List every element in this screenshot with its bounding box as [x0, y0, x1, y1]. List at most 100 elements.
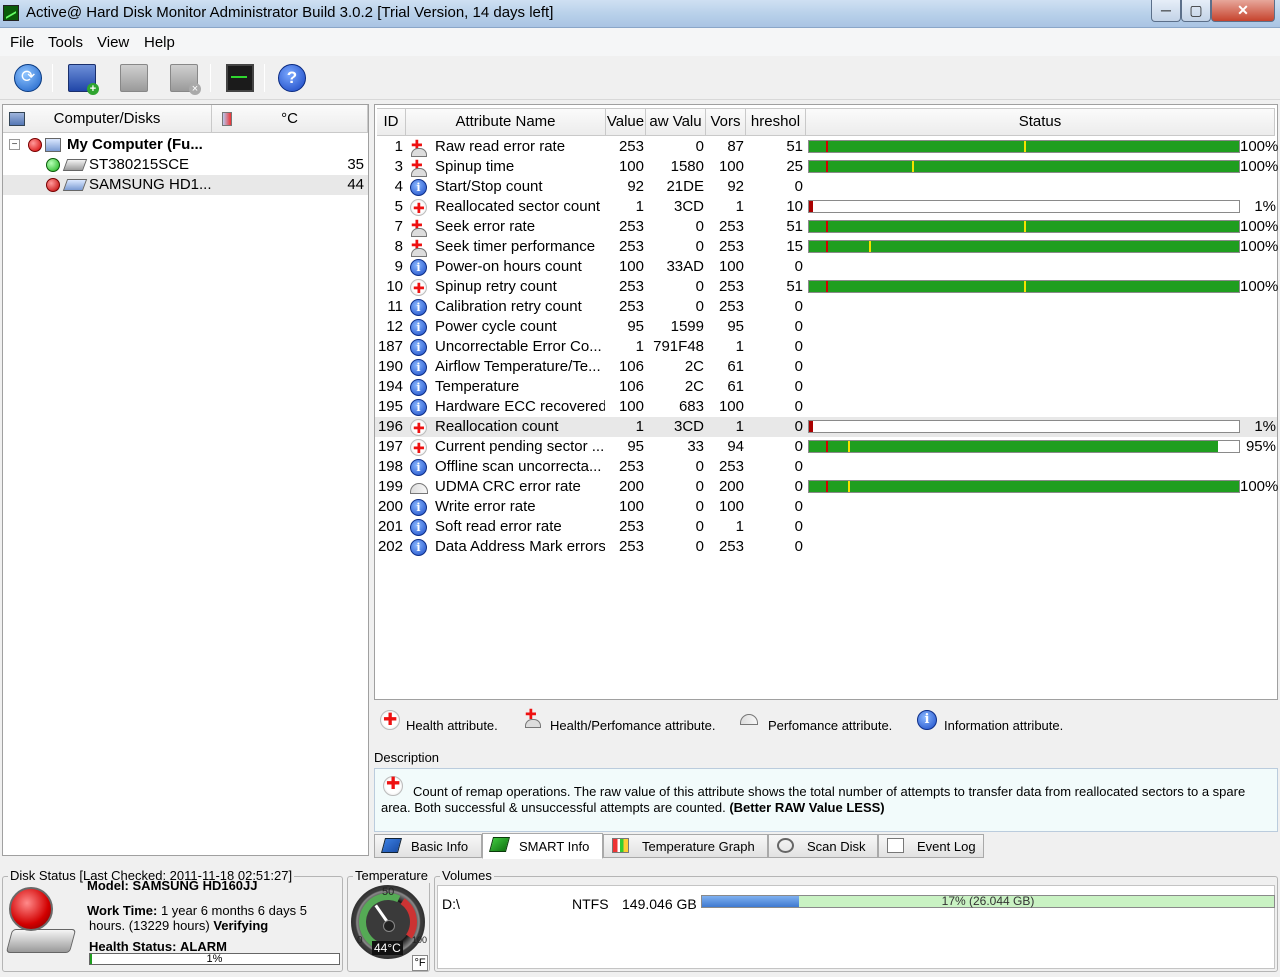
table-row[interactable]: 198 253 0 253 0 i Offline scan uncorrecta... [375, 457, 1277, 477]
table-row[interactable]: 10 253 0 253 51 Spinup retry count 100% [375, 277, 1279, 299]
description-label: Description [374, 750, 440, 765]
verifying-status: Verifying [213, 918, 269, 933]
table-row[interactable]: 8 253 0 253 15 Seek timer performance 100% [375, 236, 1278, 257]
tree-disk-row[interactable]: ST380215SCE 35 [3, 155, 368, 175]
cell-raw: 33AD [666, 258, 704, 275]
cell-raw: 3CD [673, 198, 704, 215]
table-row[interactable]: 195 100 683 100 0 i Hardware ECC recovered [375, 397, 1277, 417]
collapse-icon[interactable]: − [9, 139, 20, 150]
minimize-button[interactable]: ─ [1151, 0, 1181, 22]
close-button[interactable]: ✕ [1211, 0, 1275, 22]
table-row[interactable]: 187 1 791F48 1 0 i Uncorrectable Error Co... [375, 337, 1277, 357]
cell-raw: 683 [678, 398, 704, 415]
computer-disks-tree: Computer/Disks °C − My Computer (Fu... S… [2, 104, 369, 856]
toolbar-separator [52, 64, 53, 92]
temperature-gauge: 50 0 100 44°C [350, 884, 427, 960]
refresh-icon[interactable] [14, 64, 42, 92]
cell-worst: 100 [718, 258, 744, 275]
menu-view[interactable]: View [97, 34, 129, 51]
cell-threshold: 0 [794, 438, 803, 455]
table-row[interactable]: 5 1 3CD 1 10 Reallocated sector count 1% [375, 197, 1277, 219]
menu-file[interactable]: File [10, 34, 34, 51]
status-bar [808, 200, 1240, 213]
gauge-hub [383, 920, 395, 932]
column-header-threshold[interactable]: hreshol [746, 108, 806, 136]
cell-value: 95 [627, 318, 644, 335]
worst-marker [869, 241, 871, 252]
tab-scan-disk[interactable]: Scan Disk [768, 834, 878, 858]
table-row[interactable]: 9 100 33AD 100 0 i Power-on hours count [375, 257, 1277, 277]
threshold-marker [826, 141, 828, 152]
cell-raw: 791F48 [653, 338, 704, 355]
add-computer-icon[interactable] [68, 64, 99, 95]
table-row[interactable]: 1 253 0 87 51 Raw read error rate 100% [375, 136, 1278, 157]
computer-settings-icon[interactable] [120, 64, 148, 92]
volumes-list: D:\ NTFS 149.046 GB 17% (26.044 GB) [437, 885, 1275, 969]
table-row[interactable]: 201 253 0 1 0 i Soft read error rate [375, 517, 1277, 537]
tab-basic-info[interactable]: Basic Info [374, 834, 482, 858]
menu-help[interactable]: Help [144, 34, 175, 51]
cell-attribute-name: Reallocation count [435, 418, 559, 435]
table-row[interactable]: 194 106 2C 61 0 i Temperature [375, 377, 1277, 397]
tree-root-my-computer[interactable]: − My Computer (Fu... [3, 135, 368, 155]
table-row[interactable]: 12 95 1599 95 0 i Power cycle count [375, 317, 1277, 337]
table-row[interactable]: 197 95 33 94 0 Current pending sector ... 95% [375, 437, 1277, 459]
cell-id: 187 [377, 338, 403, 355]
column-header-computer-disks[interactable]: Computer/Disks [3, 105, 212, 133]
tab-smart-info[interactable]: SMART Info [482, 833, 603, 859]
tree-disk-row[interactable]: SAMSUNG HD1... 44 [3, 175, 368, 195]
column-header-status[interactable]: Status [806, 108, 1275, 136]
fahrenheit-toggle[interactable]: °F [412, 955, 428, 971]
table-row[interactable]: 196 1 3CD 1 0 Reallocation count 1% [375, 417, 1277, 439]
cell-id: 8 [394, 238, 403, 255]
status-bar-low-fill [809, 421, 813, 432]
column-header-temperature[interactable]: °C [212, 105, 368, 133]
table-row[interactable]: 11 253 0 253 0 i Calibration retry count [375, 297, 1277, 317]
cell-value: 253 [618, 238, 644, 255]
help-icon[interactable]: ? [278, 64, 306, 92]
monitor-icon[interactable] [226, 64, 254, 92]
window-title: Active@ Hard Disk Monitor Administrator … [26, 4, 554, 21]
tab-event-log[interactable]: Event Log [878, 834, 984, 858]
cell-attribute-name: Start/Stop count [435, 178, 543, 195]
cell-id: 7 [394, 218, 403, 235]
cell-value: 95 [627, 438, 644, 455]
table-row[interactable]: 200 100 0 100 0 i Write error rate [375, 497, 1277, 517]
cell-id: 12 [386, 318, 403, 335]
cell-raw: 0 [695, 278, 704, 295]
disk-model: SAMSUNG HD160JJ [132, 878, 258, 893]
temperature-graph-icon [612, 838, 629, 853]
table-row[interactable]: 202 253 0 253 0 i Data Address Mark errors [375, 537, 1277, 557]
status-percent: 100% [1240, 278, 1279, 295]
cell-value: 100 [618, 258, 644, 275]
cell-id: 196 [377, 418, 403, 435]
legend-label: Health attribute. [406, 718, 498, 733]
table-row[interactable]: 4 92 21DE 92 0 i Start/Stop count [375, 177, 1277, 197]
cell-threshold: 0 [794, 358, 803, 375]
maximize-button[interactable]: ▢ [1181, 0, 1211, 22]
information-attribute-icon: i [410, 539, 427, 556]
table-row[interactable]: 3 100 1580 100 25 Spinup time 100% [375, 156, 1279, 177]
cell-worst: 87 [727, 138, 744, 155]
column-header-id[interactable]: ID [377, 108, 406, 136]
cell-attribute-name: Spinup retry count [435, 278, 557, 295]
legend-label: Perfomance attribute. [768, 718, 893, 733]
status-percent: 100% [1240, 158, 1279, 175]
tab-temperature-graph[interactable]: Temperature Graph [603, 834, 768, 858]
column-header-value[interactable]: Value [606, 108, 646, 136]
tab-label: SMART Info [519, 839, 590, 854]
column-header-raw-value[interactable]: aw Valu [646, 108, 706, 136]
cell-raw: 1580 [670, 158, 704, 175]
tab-label: Event Log [917, 839, 976, 854]
table-row[interactable]: 7 253 0 253 51 Seek error rate 100% [375, 216, 1278, 237]
performance-attribute-icon [410, 479, 428, 496]
remove-computer-icon[interactable] [170, 64, 201, 95]
cell-id: 4 [394, 178, 403, 195]
column-header-attribute-name[interactable]: Attribute Name [406, 108, 606, 136]
menu-tools[interactable]: Tools [48, 34, 83, 51]
cell-worst: 200 [718, 478, 744, 495]
worst-marker [912, 161, 914, 172]
table-row[interactable]: 190 106 2C 61 0 i Airflow Temperature/Te... [375, 357, 1277, 377]
table-row[interactable]: 199 200 0 200 0 UDMA CRC error rate 100% [375, 477, 1278, 497]
column-header-worst[interactable]: Vors [706, 108, 746, 136]
